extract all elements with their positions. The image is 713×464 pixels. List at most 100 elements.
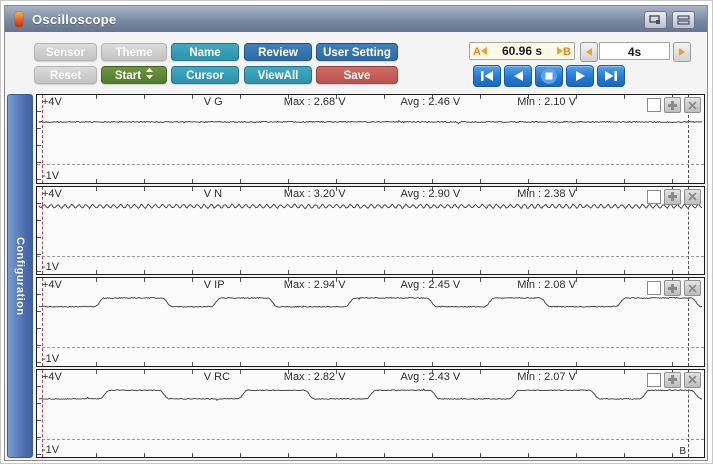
max-value: Max : 2.94 V	[284, 279, 346, 291]
x-ticks-top	[49, 278, 704, 282]
step-back-icon	[586, 48, 592, 56]
cursor-b-marker: B	[679, 446, 686, 457]
restore-window-button[interactable]	[644, 11, 667, 29]
channel-panels: +4V -1V V G Max : 2.68 V Avg : 2.46 V Mi…	[36, 94, 705, 458]
play-forward-button[interactable]	[566, 65, 594, 87]
close-icon	[688, 284, 697, 293]
waveform-vrc	[37, 370, 704, 458]
review-button[interactable]: Review	[244, 43, 312, 61]
reset-button[interactable]: Reset	[34, 66, 97, 84]
skip-to-end-button[interactable]	[597, 65, 625, 87]
x-ticks-bottom	[49, 362, 704, 366]
axis-top-label: +4V	[42, 279, 62, 291]
x-ticks-bottom	[49, 270, 704, 274]
min-value: Min : 2.08 V	[517, 279, 576, 291]
stop-button[interactable]	[535, 65, 563, 87]
waveform-vip	[37, 278, 704, 366]
cursor-button[interactable]: Cursor	[171, 66, 239, 84]
viewall-button[interactable]: ViewAll	[244, 66, 312, 84]
sensor-button[interactable]: Sensor	[34, 43, 97, 61]
close-channel-button[interactable]	[684, 372, 701, 388]
zero-volt-line	[37, 256, 704, 257]
max-value: Max : 2.68 V	[284, 96, 346, 108]
back-icon	[514, 71, 523, 81]
cursor-a-label: A	[473, 46, 481, 58]
max-value: Max : 2.82 V	[284, 371, 346, 383]
zoom-channel-button[interactable]	[664, 189, 681, 205]
axis-top-label: +4V	[42, 371, 62, 383]
channel-name: V IP	[204, 279, 225, 291]
oscilloscope-window: Oscilloscope Sensor Theme Name Review Us…	[4, 5, 708, 461]
add-icon	[668, 375, 677, 384]
toolbar: Sensor Theme Name Review User Setting Re…	[5, 32, 707, 94]
waveform-vg	[37, 95, 704, 183]
min-value: Min : 2.38 V	[517, 188, 576, 200]
y-ticks	[37, 278, 41, 366]
a-left-arrow-icon	[481, 47, 487, 55]
min-value: Min : 2.10 V	[517, 96, 576, 108]
layout-toggle-button[interactable]	[672, 11, 695, 29]
configuration-tab[interactable]: Configuration	[7, 94, 33, 458]
y-ticks	[37, 95, 41, 183]
close-channel-button[interactable]	[684, 189, 701, 205]
channel-checkbox[interactable]	[647, 190, 661, 204]
channel-name: V N	[204, 188, 222, 200]
channel-panel-vip: +4V -1V V IP Max : 2.94 V Avg : 2.45 V M…	[36, 277, 705, 367]
titlebar: Oscilloscope	[5, 6, 707, 33]
y-ticks	[37, 187, 41, 275]
x-ticks-bottom	[49, 179, 704, 183]
zero-volt-line	[37, 439, 704, 440]
close-icon	[688, 375, 697, 384]
close-channel-button[interactable]	[684, 97, 701, 113]
zoom-channel-button[interactable]	[664, 97, 681, 113]
channel-panel-vn: +4V -1V V N Max : 3.20 V Avg : 2.90 V Mi…	[36, 186, 705, 276]
add-icon	[668, 284, 677, 293]
content-area: Configuration +4V -1V V G Max : 2.68 V A…	[7, 94, 705, 458]
ab-range-value: 60.96 s	[502, 44, 542, 58]
forward-icon	[576, 71, 585, 81]
ab-range-field[interactable]: A 60.96 s B	[469, 42, 575, 60]
add-icon	[668, 192, 677, 201]
play-backward-button[interactable]	[504, 65, 532, 87]
step-back-button[interactable]	[580, 42, 598, 62]
axis-bottom-label: -1V	[42, 444, 59, 456]
channel-checkbox[interactable]	[647, 98, 661, 112]
axis-bottom-label: -1V	[42, 170, 59, 182]
x-ticks-top	[49, 187, 704, 191]
channel-name: V RC	[204, 371, 230, 383]
skip-start-icon	[481, 71, 493, 81]
axis-bottom-label: -1V	[42, 353, 59, 365]
channel-checkbox[interactable]	[647, 281, 661, 295]
skip-to-start-button[interactable]	[473, 65, 501, 87]
channel-checkbox[interactable]	[647, 373, 661, 387]
skip-end-icon	[605, 71, 617, 81]
start-label: Start	[115, 70, 141, 82]
zero-volt-line	[37, 347, 704, 348]
zero-volt-line	[37, 164, 704, 165]
spinner-icon	[146, 67, 153, 85]
step-forward-button[interactable]	[673, 42, 691, 62]
close-channel-button[interactable]	[684, 280, 701, 296]
configuration-tab-label: Configuration	[14, 237, 26, 316]
zoom-channel-button[interactable]	[664, 372, 681, 388]
close-icon	[688, 101, 697, 110]
channel-panel-vrc: +4V -1V V RC Max : 2.82 V Avg : 2.43 V M…	[36, 369, 705, 459]
name-button[interactable]: Name	[171, 43, 239, 61]
stacked-panels-icon	[677, 15, 690, 25]
timebase-field[interactable]: 4s	[599, 42, 670, 60]
playback-controls	[473, 65, 625, 87]
start-button[interactable]: Start	[101, 66, 167, 84]
x-ticks-top	[49, 95, 704, 99]
user-setting-button[interactable]: User Setting	[316, 43, 398, 61]
y-ticks	[37, 370, 41, 458]
cursor-b-label: B	[563, 46, 571, 58]
avg-value: Avg : 2.90 V	[401, 188, 461, 200]
zoom-channel-button[interactable]	[664, 280, 681, 296]
save-button[interactable]: Save	[316, 66, 398, 84]
waveform-vn	[37, 187, 704, 275]
min-value: Min : 2.07 V	[517, 371, 576, 383]
theme-button[interactable]: Theme	[101, 43, 167, 61]
avg-value: Avg : 2.43 V	[401, 371, 461, 383]
channel-panel-vg: +4V -1V V G Max : 2.68 V Avg : 2.46 V Mi…	[36, 94, 705, 184]
axis-top-label: +4V	[42, 188, 62, 200]
